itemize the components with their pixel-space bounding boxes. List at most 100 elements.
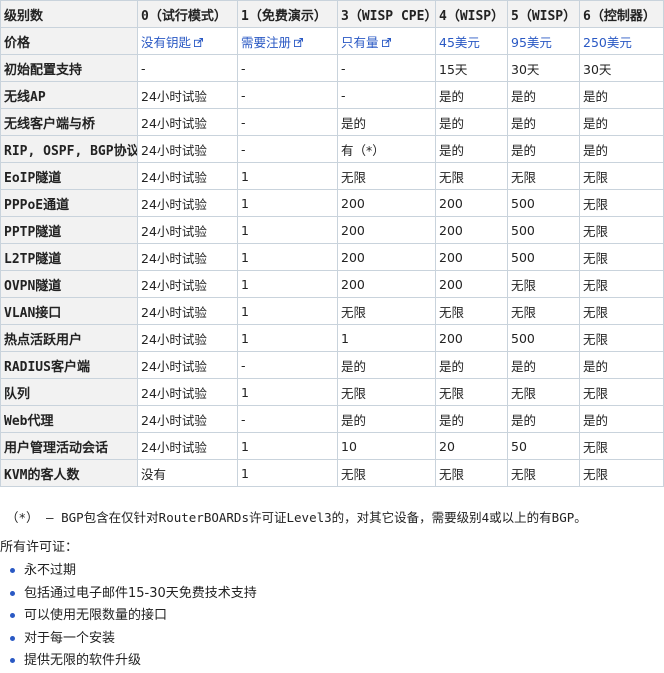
header-cell-level: 级别数 [0,0,138,28]
table-cell: 1 [237,270,338,298]
row-label: PPTP隧道 [0,216,138,244]
bullet-icon [10,613,15,618]
table-cell: 24小时试验 [137,189,238,217]
table-cell: - [237,54,338,82]
table-cell: 20 [435,432,508,460]
row-label: OVPN隧道 [0,270,138,298]
row-label: 队列 [0,378,138,406]
price-cell: 只有量 [337,27,436,55]
table-cell: 是的 [579,405,664,433]
header-cell-level-0: 0（试行模式） [137,0,238,28]
price-cell: 250美元 [579,27,664,55]
table-cell: 是的 [579,351,664,379]
price-link[interactable]: 需要注册 [241,34,304,50]
table-row: OVPN隧道 24小时试验 1 200 200 无限 无限 [0,270,664,298]
bgp-footnote: （*） – BGP包含在仅针对RouterBOARDs许可证Level3的，对其… [6,510,587,525]
list-item: 对于每一个安装 [0,628,257,651]
table-cell: 是的 [507,135,580,163]
list-item-text: 可以使用无限数量的接口 [24,608,168,623]
table-cell: 是的 [435,135,508,163]
table-cell: 无限 [507,162,580,190]
header-cell-level-4: 4（WISP） [435,0,508,28]
table-cell: 200 [337,189,436,217]
table-cell: 200 [435,270,508,298]
table-cell: 24小时试验 [137,81,238,109]
external-link-icon [194,37,204,47]
table-cell: 无限 [507,270,580,298]
table-cell: 24小时试验 [137,324,238,352]
table-cell: 无限 [579,189,664,217]
table-cell: 24小时试验 [137,270,238,298]
table-cell: 1 [237,243,338,271]
table-cell: 15天 [435,54,508,82]
table-cell: 1 [237,297,338,325]
table-cell: 无限 [579,270,664,298]
table-header-row: 级别数 0（试行模式） 1（免费演示） 3（WISP CPE） 4（WISP） … [0,0,664,28]
list-item-text: 提供无限的软件升级 [24,653,142,668]
table-row: Web代理 24小时试验 - 是的 是的 是的 是的 [0,405,664,433]
row-label: 无线客户端与桥 [0,108,138,136]
table-row: 初始配置支持 - - -15天 30天 30天 [0,54,664,82]
table-cell: 24小时试验 [137,162,238,190]
row-label: L2TP隧道 [0,243,138,271]
table-cell: 有（*） [337,135,436,163]
table-cell: 30天 [579,54,664,82]
price-link[interactable]: 没有钥匙 [141,35,204,50]
row-label: 热点活跃用户 [0,324,138,352]
table-cell: 500 [507,324,580,352]
table-cell: 无限 [579,432,664,460]
price-link-text: 需要注册 [241,34,292,50]
list-item-text: 包括通过电子邮件15-30天免费技术支持 [24,585,257,601]
list-item-text: 对于每一个安装 [24,630,116,646]
table-cell: 24小时试验 [137,243,238,271]
table-cell: 200 [435,243,508,271]
row-label: 用户管理活动会话 [0,432,138,460]
table-cell: 24小时试验 [137,297,238,325]
table-cell: 1 [337,324,436,352]
bullet-icon [10,590,15,596]
table-cell: 1 [237,189,338,217]
table-cell: 是的 [435,405,508,433]
table-cell: 是的 [579,81,664,109]
table-cell: 无限 [337,459,436,487]
list-item: 可以使用无限数量的接口 [0,605,257,628]
table-cell: 24小时试验 [137,378,238,406]
price-link[interactable]: 250美元 [583,35,632,50]
table-cell: 无限 [507,459,580,487]
table-cell: 1 [237,216,338,244]
table-cell: - [237,405,338,433]
table-cell: 500 [507,189,580,217]
all-licenses-heading: 所有许可证： [0,540,79,555]
bullet-icon [10,658,15,663]
price-link[interactable]: 95美元 [511,35,552,50]
table-cell: - [137,54,238,82]
row-label: PPPoE通道 [0,189,138,217]
table-row: RIP, OSPF, BGP协议 24小时试验 - 有（*） 是的 是的 是的 [0,135,664,163]
price-link[interactable]: 45美元 [439,35,480,50]
header-cell-level-1: 1（免费演示） [237,0,338,28]
table-cell: 24小时试验 [137,405,238,433]
row-label: 无线AP [0,81,138,109]
table-row: PPTP隧道 24小时试验 1 200 200 500 无限 [0,216,664,244]
price-link[interactable]: 只有量 [341,35,391,50]
price-cell: 需要注册 [237,27,338,55]
table-cell: 30天 [507,54,580,82]
row-label: RADIUS客户端 [0,351,138,379]
header-cell-level-5: 5（WISP） [507,0,580,28]
table-cell: 是的 [507,108,580,136]
table-row: L2TP隧道 24小时试验 1 200 200 500 无限 [0,243,664,271]
table-cell: 是的 [435,81,508,109]
table-cell: 是的 [435,108,508,136]
table-row: 热点活跃用户 24小时试验 1 1 200 500 无限 [0,324,664,352]
table-cell: 无限 [579,243,664,271]
table-cell: 1 [237,432,338,460]
table-cell: 200 [435,324,508,352]
row-label: KVM的客人数 [0,459,138,487]
table-row: 无线客户端与桥 24小时试验 - 是的 是的 是的 是的 [0,108,664,136]
list-item: 提供无限的软件升级 [0,650,257,673]
table-cell: 是的 [337,351,436,379]
table-cell: 24小时试验 [137,216,238,244]
table-cell: 是的 [337,405,436,433]
table-cell: 无限 [579,378,664,406]
all-licenses-list: 永不过期 包括通过电子邮件15-30天免费技术支持 可以使用无限数量的接口 对于每一个… [0,560,257,673]
